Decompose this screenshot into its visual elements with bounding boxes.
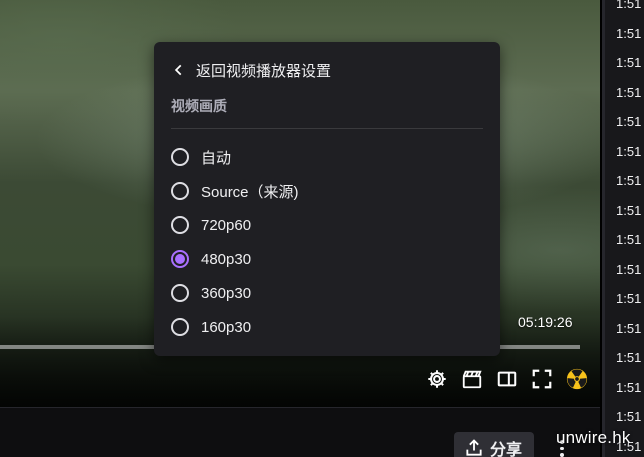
sidebar-scrollbar[interactable] [602, 0, 605, 457]
chat-timestamp: 1:51 [616, 261, 642, 277]
menu-heading: 视频画质 [171, 98, 227, 114]
chat-timestamp: 1:51 [616, 202, 642, 218]
chat-timestamp: 1:51 [616, 350, 642, 365]
chat-timestamp: 1:51 [616, 320, 642, 336]
quality-option-label: Source（来源) [201, 183, 299, 201]
chat-timestamp: 1:51 [616, 84, 642, 100]
quality-option-720p60[interactable]: 720p60 [171, 214, 251, 236]
share-label: 分享 [490, 442, 523, 457]
quality-option-auto[interactable]: 自动 [171, 146, 231, 168]
radio-button-selected[interactable] [171, 250, 189, 268]
radio-button[interactable] [171, 216, 189, 234]
clip-button[interactable] [459, 366, 485, 392]
extension-button[interactable] [564, 366, 590, 392]
quality-settings-menu: 返回视频播放器设置 视频画质 自动 Source（来源) 720p60 480p… [154, 42, 500, 356]
quality-option-source[interactable]: Source（来源) [171, 180, 299, 202]
quality-option-label: 480p30 [201, 250, 252, 268]
chat-timestamp: 1:51 [616, 232, 642, 247]
menu-divider [171, 128, 483, 129]
gear-icon [428, 370, 446, 388]
chevron-left-icon [174, 64, 182, 76]
chat-timestamp: 1:51 [616, 409, 642, 424]
radio-button[interactable] [171, 148, 189, 166]
chat-timestamp: 1:51 [616, 55, 642, 70]
radio-button[interactable] [171, 182, 189, 200]
quality-option-360p30[interactable]: 360p30 [171, 282, 251, 304]
chat-timestamp: 1:51 [616, 291, 642, 306]
chat-timestamp: 1:51 [616, 379, 642, 395]
theatre-mode-button[interactable] [494, 366, 520, 392]
quality-option-label: 160p30 [201, 318, 252, 336]
share-button[interactable]: 分享 [454, 432, 534, 457]
share-icon [466, 439, 482, 456]
chat-timestamp: 1:51 [616, 143, 642, 159]
quality-option-160p30[interactable]: 160p30 [171, 316, 251, 338]
back-to-player-settings[interactable]: 返回视频播放器设置 [172, 58, 331, 82]
quality-option-label: 自动 [201, 149, 232, 167]
radio-button[interactable] [171, 284, 189, 302]
chat-timestamp: 1:51 [616, 114, 642, 129]
quality-option-label: 360p30 [201, 284, 252, 302]
settings-button[interactable] [424, 366, 450, 392]
fullscreen-icon [532, 369, 552, 389]
theatre-mode-icon [497, 371, 517, 387]
back-label: 返回视频播放器设置 [196, 62, 332, 80]
chat-timestamp: 1:51 [616, 0, 642, 11]
chat-timestamp: 1:51 [616, 25, 642, 41]
quality-option-label: 720p60 [201, 216, 252, 234]
radio-button[interactable] [171, 318, 189, 336]
chat-timestamp: 1:51 [616, 173, 642, 188]
quality-option-480p30[interactable]: 480p30 [171, 248, 251, 270]
fullscreen-button[interactable] [529, 366, 555, 392]
clapperboard-icon [462, 370, 482, 389]
radiation-icon [566, 368, 588, 390]
video-timestamp: 05:19:26 [518, 314, 573, 330]
more-dot [560, 453, 564, 457]
watermark-text: unwire.hk [556, 428, 631, 447]
